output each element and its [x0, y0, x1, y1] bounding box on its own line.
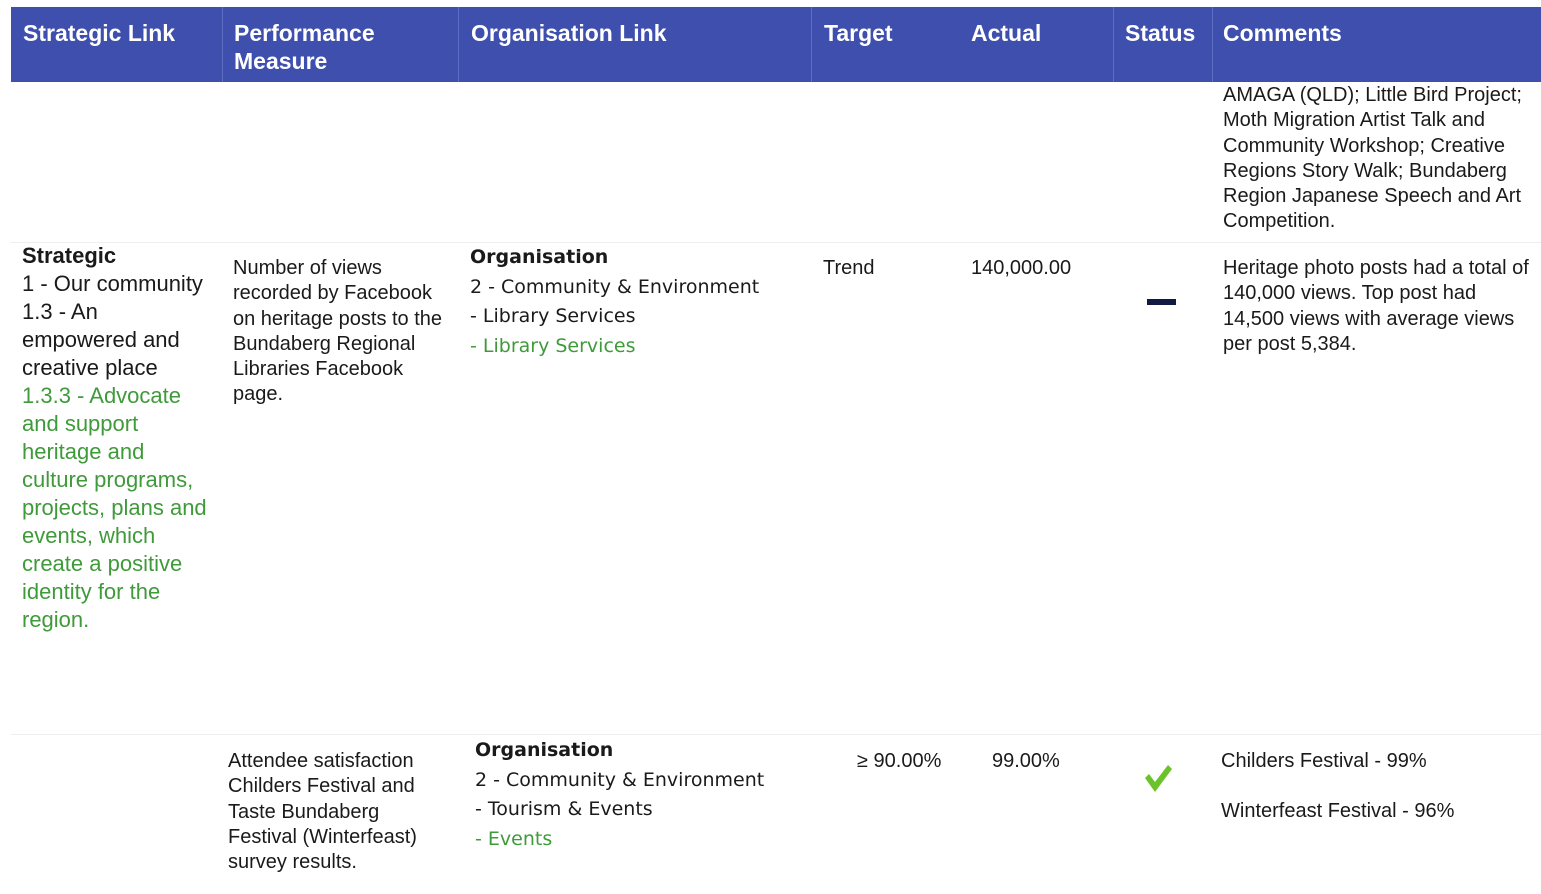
comments-cell: AMAGA (QLD); Little Bird Project; Moth M…: [1223, 84, 1522, 233]
strategic-link-cell: Strategic 1 - Our community 1.3 - An emp…: [22, 242, 207, 634]
organisation-branch: - Tourism & Events: [475, 798, 653, 821]
header-divider: [458, 7, 459, 82]
strategic-heading: Strategic: [22, 243, 117, 268]
header-strategic-link: Strategic Link: [23, 20, 176, 46]
strategic-goal: 1 - Our community: [22, 271, 203, 296]
actual-cell: 99.00%: [992, 750, 1060, 772]
comments-cell: Heritage photo posts had a total of 140,…: [1223, 257, 1529, 355]
target-cell: Trend: [823, 257, 875, 279]
performance-measure-cell: Attendee satisfaction Childers Festival …: [228, 750, 417, 874]
header-organisation-link: Organisation Link: [471, 20, 667, 46]
actual-cell: 140,000.00: [971, 257, 1072, 279]
header-target: Target: [824, 20, 893, 46]
target-cell: ≥ 90.00%: [857, 750, 942, 772]
header-divider: [1212, 7, 1213, 82]
header-divider: [222, 7, 223, 82]
table-header: Strategic Link Performance Measure Organ…: [11, 7, 1541, 82]
performance-measure-cell: Number of views recorded by Facebook on …: [233, 257, 443, 406]
organisation-link-cell: Organisation 2 - Community & Environment…: [470, 243, 800, 362]
organisation-heading: Organisation: [475, 739, 614, 761]
header-status: Status: [1125, 20, 1196, 46]
strategic-strategy: 1.3.3 - Advocate and support heritage an…: [22, 383, 207, 632]
comment-line: Childers Festival - 99%: [1221, 750, 1427, 772]
check-mark-icon: [1145, 765, 1172, 792]
neutral-dash-icon: [1147, 299, 1176, 305]
strategic-objective: 1.3 - An empowered and creative place: [22, 299, 180, 380]
organisation-directorate: 2 - Community & Environment: [475, 768, 765, 791]
organisation-section: - Events: [475, 828, 553, 851]
header-divider: [811, 7, 812, 82]
organisation-directorate: 2 - Community & Environment: [470, 275, 760, 298]
organisation-heading: Organisation: [470, 246, 609, 268]
organisation-link-cell: Organisation 2 - Community & Environment…: [475, 736, 805, 855]
header-performance-measure: Performance Measure: [234, 20, 375, 74]
organisation-branch: - Library Services: [470, 305, 636, 328]
organisation-section: - Library Services: [470, 335, 636, 358]
comments-cell: Childers Festival - 99% Winterfeast Fest…: [1221, 749, 1539, 825]
row-divider: [11, 734, 1541, 735]
header-comments: Comments: [1223, 20, 1342, 46]
header-actual: Actual: [971, 20, 1042, 46]
header-divider: [1113, 7, 1114, 82]
comment-line: Winterfeast Festival - 96%: [1221, 800, 1455, 823]
